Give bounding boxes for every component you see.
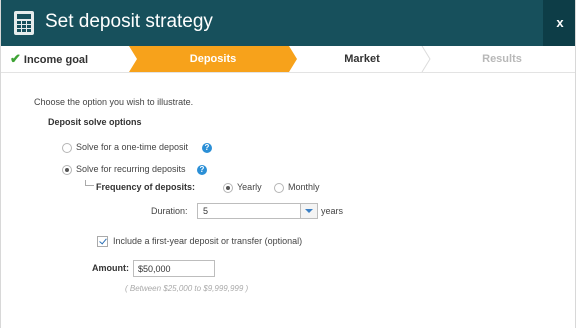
duration-label: Duration: bbox=[151, 206, 188, 216]
first-year-deposit-checkbox[interactable] bbox=[97, 236, 108, 247]
amount-label: Amount: bbox=[92, 263, 129, 273]
recurring-deposit-radio[interactable] bbox=[62, 165, 72, 175]
recurring-deposit-label[interactable]: Solve for recurring deposits bbox=[76, 164, 186, 174]
frequency-yearly-label[interactable]: Yearly bbox=[237, 182, 262, 192]
duration-unit: years bbox=[321, 206, 344, 216]
frequency-yearly-radio[interactable] bbox=[223, 183, 233, 193]
step-income-goal[interactable]: ✔ Income goal bbox=[1, 46, 131, 72]
duration-value: 5 bbox=[203, 206, 209, 216]
duration-select[interactable]: 5 bbox=[197, 203, 318, 219]
one-time-deposit-radio[interactable] bbox=[62, 143, 72, 153]
intro-text: Choose the option you wish to illustrate… bbox=[34, 97, 194, 107]
info-icon[interactable]: ? bbox=[197, 165, 207, 175]
amount-input[interactable] bbox=[133, 260, 215, 277]
dialog-titlebar: Set deposit strategy x bbox=[1, 0, 575, 46]
amount-hint: ( Between $25,000 to $9,999,999 ) bbox=[125, 284, 249, 293]
calculator-icon bbox=[14, 11, 34, 35]
step-income-goal-label: Income goal bbox=[23, 54, 89, 66]
checkmark-icon: ✔ bbox=[10, 51, 21, 66]
close-button[interactable]: x bbox=[543, 0, 575, 46]
chevron-down-icon[interactable] bbox=[300, 204, 317, 218]
section-title: Deposit solve options bbox=[48, 117, 142, 127]
first-year-deposit-label[interactable]: Include a first-year deposit or transfer… bbox=[113, 236, 302, 246]
frequency-monthly-radio[interactable] bbox=[274, 183, 284, 193]
step-market[interactable]: Market bbox=[297, 46, 427, 72]
step-deposits[interactable]: Deposits bbox=[129, 46, 297, 72]
dialog-title: Set deposit strategy bbox=[45, 11, 213, 32]
frequency-label: Frequency of deposits: bbox=[96, 182, 196, 192]
one-time-deposit-label[interactable]: Solve for a one-time deposit bbox=[76, 142, 188, 152]
step-results[interactable]: Results bbox=[427, 46, 575, 72]
info-icon[interactable]: ? bbox=[202, 143, 212, 153]
deposit-strategy-dialog: Set deposit strategy x ✔ Income goal Depo… bbox=[0, 0, 576, 328]
indent-connector bbox=[85, 180, 94, 186]
frequency-monthly-label[interactable]: Monthly bbox=[288, 182, 320, 192]
wizard-steps: ✔ Income goal Deposits Market Results bbox=[1, 46, 575, 73]
